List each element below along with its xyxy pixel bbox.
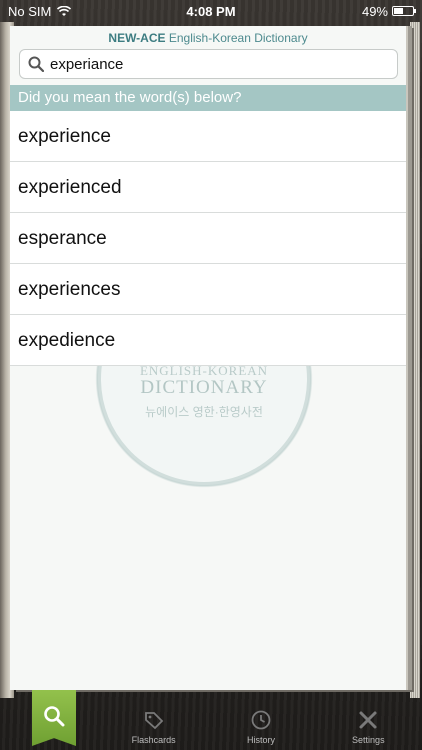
tag-icon [144, 712, 163, 730]
suggestion-item[interactable]: expedience [10, 315, 406, 366]
seal-text-line2: DICTIONARY [140, 377, 268, 398]
tab-history-label: History [246, 735, 275, 745]
battery-percent: 49% [361, 3, 388, 19]
search-box[interactable] [19, 49, 398, 79]
search-icon [44, 706, 65, 727]
app-title: NEW-ACE English-Korean Dictionary [10, 26, 406, 48]
dictionary-page: NEW-ACE English-Korean Dictionary Did yo… [10, 26, 408, 690]
wifi-icon [57, 5, 72, 16]
status-right: 49% [361, 3, 416, 19]
tab-settings[interactable]: Settings [315, 698, 422, 750]
tab-flashcards[interactable]: Flashcards [100, 698, 207, 750]
search-icon [28, 56, 44, 72]
battery-fill [394, 8, 403, 14]
suggestion-item[interactable]: esperance [10, 213, 406, 264]
suggestion-item[interactable]: experienced [10, 162, 406, 213]
app-title-brand: NEW-ACE [108, 31, 166, 45]
tab-history[interactable]: History [207, 698, 314, 750]
seal-text-line3: 뉴에이스 영한·한영사전 [145, 405, 263, 419]
search-input[interactable] [50, 55, 380, 73]
status-left: No SIM [8, 3, 72, 19]
suggestion-list: experience experienced esperance experie… [10, 111, 406, 366]
tools-icon [359, 711, 377, 729]
app-title-rest: English-Korean Dictionary [168, 31, 308, 45]
suggestion-header: Did you mean the word(s) below? [10, 85, 406, 111]
status-bar: No SIM 4:08 PM 49% [0, 0, 422, 22]
clock-icon [251, 710, 271, 730]
tab-settings-label: Settings [352, 735, 385, 745]
suggestion-item[interactable]: experiences [10, 264, 406, 315]
tab-flashcards-label: Flashcards [131, 735, 176, 745]
battery-icon [392, 6, 416, 16]
page-edges [410, 22, 420, 698]
tab-search[interactable] [28, 690, 80, 750]
carrier-label: No SIM [8, 3, 52, 19]
suggestion-item[interactable]: experience [10, 111, 406, 162]
tab-bar: Flashcards History Settings [0, 690, 422, 750]
